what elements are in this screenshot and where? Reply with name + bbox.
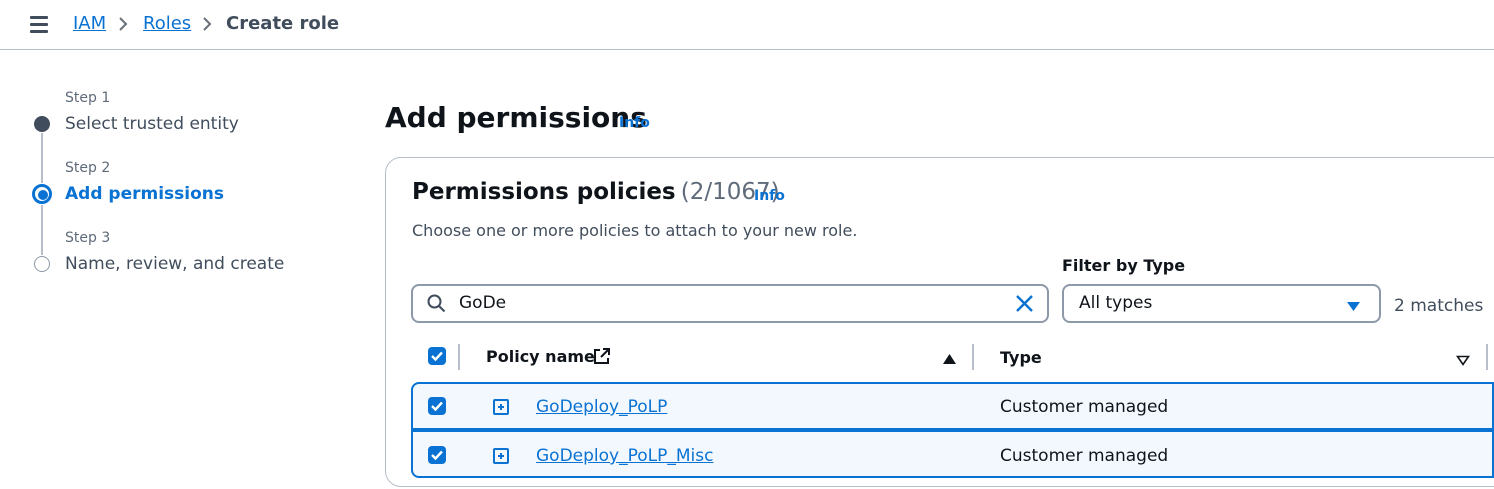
sort-ascending-icon[interactable] xyxy=(942,350,957,369)
external-link-icon[interactable] xyxy=(592,347,611,370)
select-all-checkbox[interactable] xyxy=(428,347,446,365)
step-3-number: Step 3 xyxy=(65,230,111,246)
menu-icon[interactable] xyxy=(30,16,48,33)
sort-descending-icon[interactable] xyxy=(1455,351,1471,370)
step-2-number: Step 2 xyxy=(65,160,111,176)
caret-down-icon xyxy=(1346,297,1361,316)
page-info-link[interactable]: Info xyxy=(619,115,650,131)
search-icon xyxy=(427,294,446,317)
policy-search-input[interactable] xyxy=(411,284,1049,323)
clear-icon[interactable] xyxy=(1015,294,1034,317)
step-1-number: Step 1 xyxy=(65,90,111,106)
column-divider xyxy=(458,344,460,370)
policies-title: Permissions policies xyxy=(412,179,676,205)
step-pending-indicator xyxy=(34,256,50,272)
step-connector xyxy=(41,205,43,255)
policies-description: Choose one or more policies to attach to… xyxy=(412,221,858,240)
policy-name-link[interactable]: GoDeploy_PoLP_Misc xyxy=(536,446,713,466)
checkbox-checked-icon xyxy=(431,401,443,412)
column-header-policy-name[interactable]: Policy name xyxy=(486,347,595,366)
chevron-right-icon xyxy=(201,12,213,41)
filter-type-value: All types xyxy=(1079,293,1153,313)
row-checkbox[interactable] xyxy=(428,397,446,415)
policy-type: Customer managed xyxy=(1000,397,1169,417)
step-2-label: Add permissions xyxy=(65,184,225,204)
breadcrumb-iam[interactable]: IAM xyxy=(73,13,106,35)
row-checkbox[interactable] xyxy=(428,446,446,464)
filter-type-label: Filter by Type xyxy=(1062,256,1186,275)
matches-count: 2 matches xyxy=(1394,296,1484,316)
policy-name-link[interactable]: GoDeploy_PoLP xyxy=(536,397,667,417)
column-header-type[interactable]: Type xyxy=(1000,348,1042,367)
top-navigation-bar xyxy=(0,0,1494,50)
step-1-label: Select trusted entity xyxy=(65,114,239,134)
search-value[interactable]: GoDe xyxy=(459,293,506,313)
step-completed-indicator xyxy=(34,116,50,132)
page-title: Add permissions xyxy=(385,101,647,134)
chevron-right-icon xyxy=(117,12,129,41)
step-3-label: Name, review, and create xyxy=(65,254,285,274)
column-divider[interactable] xyxy=(972,344,974,370)
policies-info-link[interactable]: Info xyxy=(754,188,785,204)
policies-header: Permissions policies (2/1067) xyxy=(412,179,780,205)
policy-type: Customer managed xyxy=(1000,446,1169,466)
step-active-indicator xyxy=(32,184,52,204)
breadcrumb-roles[interactable]: Roles xyxy=(143,13,191,35)
step-connector xyxy=(41,133,43,183)
column-divider[interactable] xyxy=(1486,344,1488,370)
checkbox-checked-icon xyxy=(431,450,443,461)
checkbox-checked-icon xyxy=(431,351,443,362)
expand-icon[interactable] xyxy=(493,399,509,415)
expand-icon[interactable] xyxy=(493,448,509,464)
breadcrumb-current: Create role xyxy=(226,13,340,34)
